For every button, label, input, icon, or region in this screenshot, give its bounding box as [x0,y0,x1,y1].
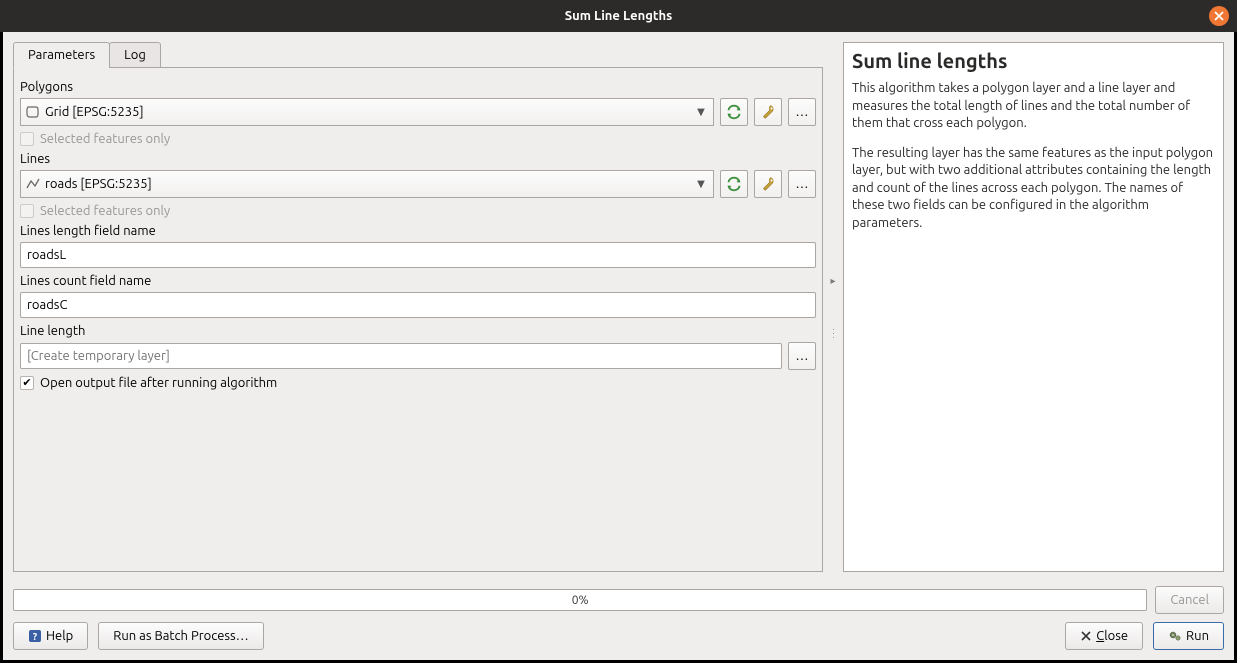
open-after-checkbox[interactable]: ✔ [20,376,34,390]
lines-browse-button[interactable]: … [788,170,816,198]
lines-selected-only-checkbox [20,204,34,218]
lines-combo[interactable]: roads [EPSG:5235] ▼ [20,170,714,198]
polygons-selected-only-checkbox [20,132,34,146]
lines-iterate-button[interactable] [720,170,748,198]
count-field-label: Lines count field name [20,274,816,288]
progress-bar: 0% [13,589,1147,611]
batch-button[interactable]: Run as Batch Process… [98,622,263,650]
polygons-selected-only-row: Selected features only [20,132,816,146]
polygons-iterate-button[interactable] [720,98,748,126]
splitter[interactable]: ▸ ··· [829,42,837,572]
window-close-button[interactable] [1209,6,1229,26]
run-button-label: Run [1186,629,1209,643]
gears-icon [1168,629,1182,643]
help-button[interactable]: ? Help [13,622,88,650]
length-field-input[interactable] [20,242,816,268]
close-x-icon [1080,630,1092,642]
close-button[interactable]: Close [1065,622,1143,650]
output-browse-button[interactable]: … [788,342,816,370]
lines-combo-text: roads [EPSG:5235] [45,177,693,191]
collapse-right-icon[interactable]: ▸ [830,275,835,287]
titlebar: Sum Line Lengths [0,0,1237,32]
lines-selected-only-row: Selected features only [20,204,816,218]
run-button[interactable]: Run [1153,622,1224,650]
help-icon: ? [28,629,42,643]
splitter-handle-icon: ··· [832,327,833,339]
tab-parameters[interactable]: Parameters [13,42,110,68]
ellipsis-icon: … [796,177,809,191]
cancel-button: Cancel [1155,586,1224,614]
lines-label: Lines [20,152,816,166]
polygons-options-button[interactable] [754,98,782,126]
parameters-panel: Polygons Grid [EPSG:5235] ▼ [13,67,823,572]
iterate-icon [725,103,743,121]
polygons-label: Polygons [20,80,816,94]
help-paragraph-1: This algorithm takes a polygon layer and… [852,80,1215,133]
ellipsis-icon: … [796,105,809,119]
count-field-input[interactable] [20,292,816,318]
wrench-icon [759,103,777,121]
svg-text:?: ? [33,631,38,642]
open-after-label: Open output file after running algorithm [40,376,277,390]
length-field-label: Lines length field name [20,224,816,238]
polygons-combo[interactable]: Grid [EPSG:5235] ▼ [20,98,714,126]
lines-options-button[interactable] [754,170,782,198]
chevron-down-icon: ▼ [693,106,709,118]
polygons-selected-only-label: Selected features only [40,132,170,146]
output-input[interactable] [20,343,782,369]
open-after-row[interactable]: ✔ Open output file after running algorit… [20,376,816,390]
tab-bar: Parameters Log [13,42,823,68]
polygons-combo-text: Grid [EPSG:5235] [45,105,693,119]
progress-text: 0% [572,594,589,607]
polygons-browse-button[interactable]: … [788,98,816,126]
ellipsis-icon: … [796,349,809,363]
help-panel: Sum line lengths This algorithm takes a … [843,42,1224,572]
line-layer-icon [25,177,41,191]
wrench-icon [759,175,777,193]
help-paragraph-2: The resulting layer has the same feature… [852,145,1215,233]
tab-log[interactable]: Log [109,42,161,68]
chevron-down-icon: ▼ [693,178,709,190]
lines-selected-only-label: Selected features only [40,204,170,218]
close-button-label: Close [1096,629,1128,643]
polygon-layer-icon [25,105,41,119]
window-title: Sum Line Lengths [565,9,672,23]
iterate-icon [725,175,743,193]
close-icon [1214,11,1224,21]
help-button-label: Help [46,629,73,643]
help-title: Sum line lengths [852,49,1215,72]
output-label: Line length [20,324,816,338]
